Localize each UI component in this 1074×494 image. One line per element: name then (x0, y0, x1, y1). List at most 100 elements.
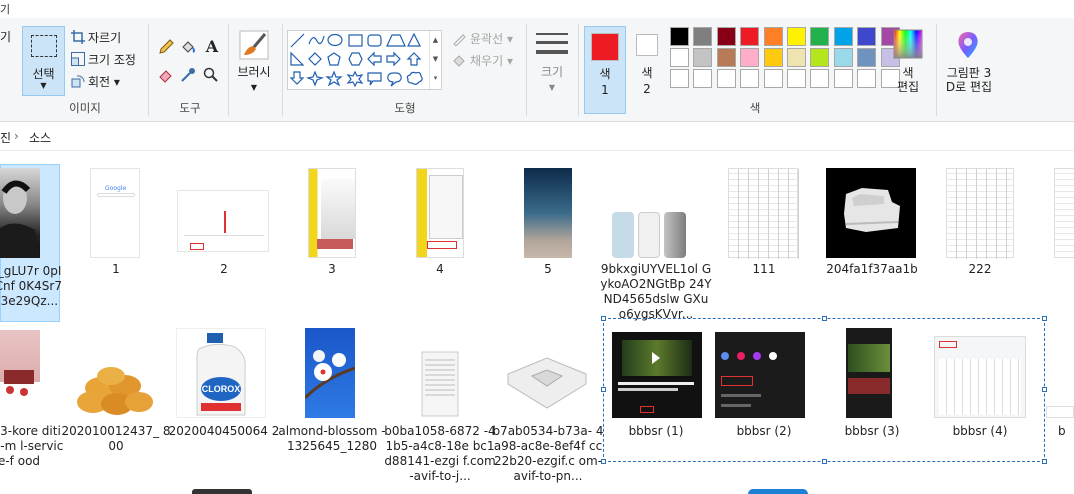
palette-swatch[interactable] (716, 27, 736, 46)
shapes-gallery[interactable]: ▲ ▼ ▾ (287, 30, 442, 90)
palette-swatch[interactable] (693, 48, 713, 67)
palette-swatch[interactable] (763, 48, 783, 67)
selection-marquee[interactable] (603, 318, 1045, 462)
palette-swatch[interactable] (833, 48, 853, 67)
palette-swatch[interactable] (740, 27, 760, 46)
palette-swatch[interactable] (810, 27, 830, 46)
file-thumbnail[interactable] (502, 350, 592, 418)
resize-handle[interactable] (601, 459, 606, 464)
palette-swatch[interactable] (693, 27, 713, 46)
palette-swatch[interactable] (740, 69, 760, 88)
hexagon-shape-icon (348, 52, 363, 66)
five-point-star-shape-icon (325, 70, 343, 87)
file-thumbnail[interactable] (416, 168, 464, 258)
palette-swatch[interactable] (833, 27, 853, 46)
file-thumbnail-partial[interactable] (1054, 168, 1074, 258)
magnifier-icon[interactable] (203, 67, 219, 83)
paint3d-label-1[interactable]: 그림판 3 (940, 66, 998, 81)
breadcrumb-separator: › (14, 129, 19, 143)
breadcrumb: 진 › 소스 (0, 123, 1074, 151)
file-thumbnail[interactable]: Google (90, 168, 140, 258)
file-thumbnail[interactable] (177, 190, 269, 252)
color-2-number[interactable]: 2 (627, 82, 667, 97)
file-name: GRI_gLU7r 0pImkCnf 0K4Sr7wv 3e29Qz... (0, 264, 62, 308)
palette-swatch[interactable] (857, 48, 877, 67)
file-thumbnail[interactable] (308, 168, 356, 258)
resize-handle[interactable] (1042, 387, 1047, 392)
palette-swatch[interactable] (787, 69, 806, 88)
edit-colors-icon[interactable] (893, 29, 923, 59)
color-1-button[interactable]: 색 1 (584, 26, 626, 114)
colors-group-label: 색 (749, 101, 761, 115)
palette-swatch[interactable] (693, 69, 713, 88)
file-thumbnail[interactable] (0, 330, 40, 418)
palette-swatch[interactable] (670, 48, 689, 67)
palette-swatch[interactable] (833, 69, 853, 88)
palette-swatch[interactable] (857, 27, 877, 46)
palette-swatch[interactable] (670, 69, 689, 88)
file-thumbnail[interactable] (946, 168, 1015, 259)
paint3d-icon[interactable] (954, 30, 982, 60)
edit-colors-label-2[interactable]: 편집 (886, 80, 930, 95)
palette-swatch[interactable] (716, 69, 736, 88)
color-picker-icon[interactable] (180, 67, 196, 83)
line-size-icon[interactable] (536, 30, 568, 58)
search-bar-graphic (97, 193, 135, 197)
resize-handle[interactable] (601, 387, 606, 392)
file-thumbnail-partial[interactable] (1046, 406, 1074, 418)
resize-handle[interactable] (1042, 316, 1047, 321)
resize-handle[interactable] (822, 316, 827, 321)
chevron-down-icon[interactable]: ▼ (530, 80, 574, 95)
resize-icon[interactable] (71, 52, 85, 66)
file-thumbnail[interactable]: CLOROX (176, 328, 266, 418)
color-2-swatch[interactable] (636, 34, 658, 56)
palette-swatch[interactable] (857, 69, 877, 88)
file-thumbnail[interactable] (826, 168, 916, 258)
file-thumbnail[interactable] (303, 328, 356, 418)
palette-swatch[interactable] (787, 48, 806, 67)
chevron-down-icon[interactable]: ▼ (232, 80, 276, 95)
file-thumbnail[interactable] (395, 350, 485, 418)
triangle-shape-icon (407, 32, 421, 47)
color-2-label[interactable]: 색 (627, 66, 667, 81)
breadcrumb-current[interactable]: 소스 (29, 129, 51, 146)
breadcrumb-parent[interactable]: 진 (0, 129, 11, 146)
palette-swatch[interactable] (670, 27, 689, 46)
palette-swatch[interactable] (787, 27, 806, 46)
palette-swatch[interactable] (810, 48, 830, 67)
file-thumbnail[interactable] (612, 212, 686, 258)
brush-icon[interactable] (239, 30, 269, 60)
pencil-icon[interactable] (158, 39, 174, 55)
palette-swatch[interactable] (740, 48, 760, 67)
resize-handle[interactable] (1042, 459, 1047, 464)
edit-colors-label-1[interactable]: 색 (886, 66, 930, 81)
eraser-icon[interactable] (158, 67, 174, 83)
palette-swatch[interactable] (810, 69, 830, 88)
file-name: 1 (112, 262, 120, 276)
select-button[interactable]: 선택 ▼ (22, 26, 65, 96)
rotate-button[interactable]: 회전 ▾ (88, 73, 120, 90)
palette-swatch[interactable] (763, 27, 783, 46)
rotate-icon[interactable] (71, 74, 85, 88)
crop-icon[interactable] (71, 30, 85, 44)
shapes-scroll[interactable]: ▲ ▼ ▾ (429, 31, 441, 89)
palette-swatch[interactable] (716, 48, 736, 67)
file-thumbnail[interactable] (728, 168, 799, 259)
line-shape-icon (290, 33, 305, 48)
fill-bucket-icon[interactable] (180, 39, 196, 55)
palette-swatch[interactable] (763, 69, 783, 88)
resize-handle[interactable] (822, 459, 827, 464)
resize-button[interactable]: 크기 조정 (88, 51, 136, 68)
phone-graphic (612, 212, 634, 258)
file-thumbnail[interactable] (524, 168, 572, 258)
file-name: b7ab0534-b73a- 4a98-ac8e-8ef4f cc22b20-e… (492, 424, 604, 483)
crop-button[interactable]: 자르기 (88, 29, 121, 46)
size-button[interactable]: 크기 (530, 65, 574, 80)
table-grid-graphic (729, 169, 799, 259)
file-thumbnail[interactable] (71, 358, 161, 418)
brushes-button[interactable]: 브러시 (232, 65, 276, 80)
resize-handle[interactable] (601, 316, 606, 321)
callout-oval-shape-icon (387, 72, 402, 87)
paint3d-label-2[interactable]: D로 편집 (940, 80, 998, 95)
text-tool-icon[interactable]: A (203, 37, 221, 56)
